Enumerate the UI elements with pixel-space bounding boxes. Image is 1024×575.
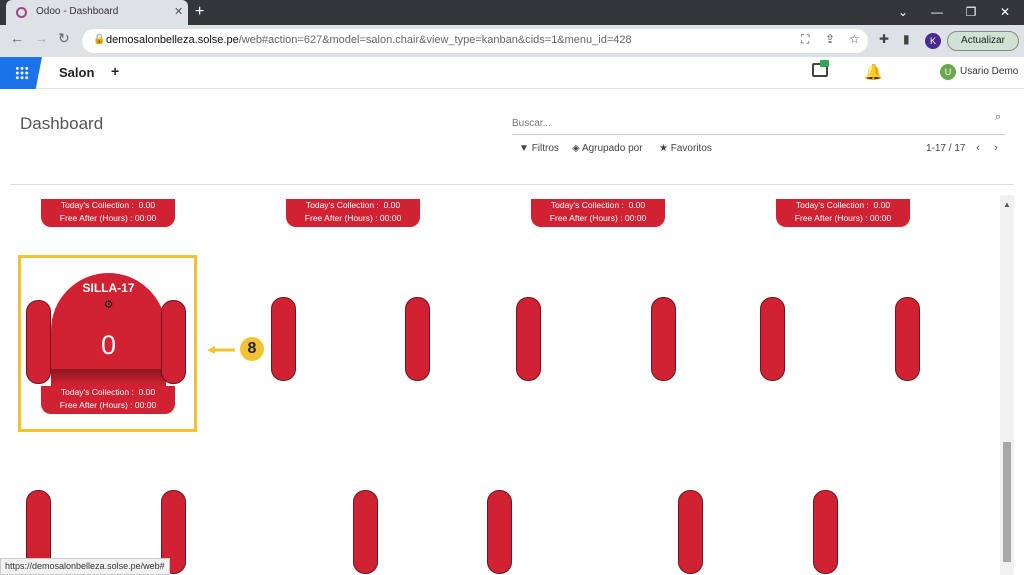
- pager-next-icon[interactable]: ›: [988, 140, 1004, 156]
- close-window-button[interactable]: ✕: [988, 0, 1022, 25]
- chair-card-highlighted[interactable]: SILLA-17 ⚙ 0 Today's Collection : 0.00 F…: [18, 255, 197, 432]
- divider: [10, 184, 1014, 185]
- apps-grid-icon: [15, 66, 29, 80]
- annotation-arrow-icon: [207, 346, 235, 354]
- browser-toolbar: 🔒 demosalonbelleza.solse.pe/web#action=6…: [0, 25, 1024, 57]
- filter-icon: ▼: [519, 143, 529, 154]
- browser-tab[interactable]: Odoo - Dashboard ✕: [6, 0, 188, 25]
- reload-icon[interactable]: ↻: [58, 30, 70, 47]
- messaging-icon[interactable]: [812, 60, 829, 77]
- scroll-up-icon[interactable]: ▲: [1003, 200, 1011, 209]
- pager-previous-icon[interactable]: ‹: [970, 140, 986, 156]
- pager-value[interactable]: 1-17 / 17: [926, 143, 965, 154]
- url-text[interactable]: demosalonbelleza.solse.pe/web#action=627…: [106, 34, 632, 46]
- close-tab-icon[interactable]: ✕: [174, 5, 183, 18]
- group-by-button[interactable]: ◈ Agrupado por: [572, 143, 643, 154]
- extensions-icon[interactable]: ✚: [879, 32, 889, 46]
- filters-button[interactable]: ▼ Filtros: [519, 143, 559, 154]
- chair-arm-left: [26, 300, 51, 384]
- user-avatar[interactable]: U: [940, 64, 956, 80]
- chair-arm: [760, 297, 785, 381]
- profile-avatar[interactable]: K: [925, 33, 941, 49]
- odoo-favicon-icon: [16, 7, 27, 18]
- chair-card-bottom: Today's Collection : 0.00 Free After (Ho…: [41, 386, 175, 414]
- bell-icon[interactable]: 🔔: [864, 63, 883, 81]
- address-bar[interactable]: 🔒 demosalonbelleza.solse.pe/web#action=6…: [82, 29, 868, 53]
- chair-arm: [813, 490, 838, 574]
- status-url: https://demosalonbelleza.solse.pe/web#: [0, 558, 170, 575]
- chair-arm: [678, 490, 703, 574]
- translate-icon[interactable]: ⛶: [801, 32, 809, 47]
- forward-icon[interactable]: →: [34, 30, 48, 46]
- chair-name: SILLA-17: [82, 281, 135, 295]
- app-new-button[interactable]: +: [111, 63, 119, 79]
- share-icon[interactable]: ⇪: [825, 32, 835, 46]
- user-name[interactable]: Usario Demo: [960, 66, 1018, 77]
- new-tab-button[interactable]: +: [195, 3, 204, 21]
- side-panel-icon[interactable]: ▮: [903, 32, 910, 46]
- chair-arm: [271, 297, 296, 381]
- apps-menu-button[interactable]: [0, 57, 42, 89]
- search-input[interactable]: [512, 113, 1005, 135]
- chair-arm: [651, 297, 676, 381]
- chair-count: 0: [100, 330, 117, 360]
- chair-card-bottom[interactable]: Today's Collection : 0.00 Free After (Ho…: [531, 199, 665, 227]
- favorites-button[interactable]: ★ Favoritos: [659, 143, 712, 154]
- chair-card-bottom[interactable]: Today's Collection : 0.00 Free After (Ho…: [41, 199, 175, 227]
- chair-arm-right: [161, 300, 186, 384]
- browser-tab-title: Odoo - Dashboard: [36, 6, 119, 17]
- page-title: Dashboard: [20, 114, 104, 133]
- chair-arm: [353, 490, 378, 574]
- gear-icon[interactable]: ⚙: [51, 298, 166, 311]
- app-name[interactable]: Salon: [59, 65, 94, 80]
- bookmark-star-icon[interactable]: ☆: [849, 32, 860, 46]
- search-icon[interactable]: ⌕: [995, 111, 1001, 124]
- chair-card-bottom[interactable]: Today's Collection : 0.00 Free After (Ho…: [286, 199, 420, 227]
- lock-icon[interactable]: 🔒: [93, 34, 105, 45]
- star-icon: ★: [659, 143, 668, 154]
- restore-button[interactable]: ❐: [954, 0, 988, 25]
- odoo-navbar: Salon + 🔔 U Usario Demo: [0, 57, 1024, 89]
- chair-seat: [51, 369, 166, 386]
- chair-arm: [516, 297, 541, 381]
- minimize-button[interactable]: —: [920, 0, 954, 25]
- tab-search-icon[interactable]: ⌄: [886, 0, 920, 25]
- chair-card-bottom[interactable]: Today's Collection : 0.00 Free After (Ho…: [776, 199, 910, 227]
- layers-icon: ◈: [572, 143, 580, 154]
- chair-arm: [405, 297, 430, 381]
- scrollbar-thumb[interactable]: [1003, 442, 1011, 562]
- chair-arm: [895, 297, 920, 381]
- chair-arm: [487, 490, 512, 574]
- annotation-number-badge: 8: [240, 337, 264, 361]
- back-icon[interactable]: ←: [10, 30, 24, 46]
- update-button[interactable]: Actualizar: [947, 31, 1019, 51]
- browser-tab-bar: Odoo - Dashboard ✕ + ⌄ — ❐ ✕: [0, 0, 1024, 25]
